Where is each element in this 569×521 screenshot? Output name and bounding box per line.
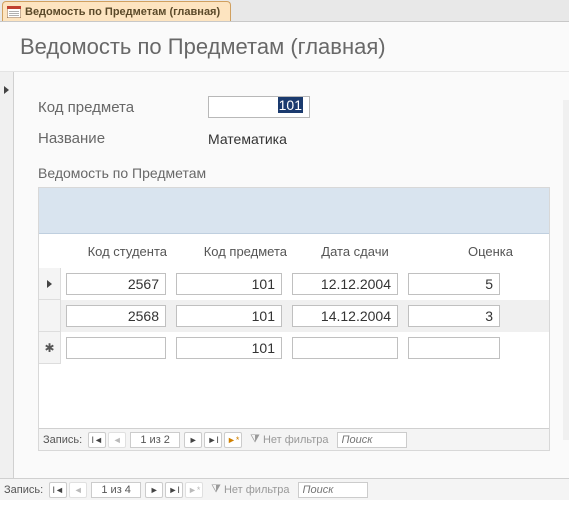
nav-counter[interactable]: 1 из 4 — [91, 482, 141, 498]
cell-date[interactable]: 14.12.2004 — [292, 305, 398, 327]
nav-prev-button[interactable]: ◄ — [108, 432, 126, 448]
col-header-date[interactable]: Дата сдачи — [295, 244, 415, 259]
filter-indicator[interactable]: ⧩ Нет фильтра — [250, 433, 328, 446]
tab-title: Ведомость по Предметам (главная) — [25, 6, 220, 18]
cell-grade[interactable]: 5 — [408, 273, 500, 295]
nav-new-button[interactable]: ►* — [185, 482, 203, 498]
current-record-arrow-icon — [4, 86, 9, 94]
nav-prev-button[interactable]: ◄ — [69, 482, 87, 498]
tab-bar: Ведомость по Предметам (главная) — [0, 0, 569, 22]
cell-student[interactable] — [66, 337, 166, 359]
subject-code-field[interactable]: 101 — [208, 96, 310, 118]
record-selector-main[interactable] — [0, 72, 14, 500]
funnel-icon: ⧩ — [250, 433, 260, 446]
field-label-code: Код предмета — [38, 99, 208, 116]
cell-grade[interactable]: 3 — [408, 305, 500, 327]
nav-last-button[interactable]: ►I — [204, 432, 222, 448]
nav-first-button[interactable]: I◄ — [88, 432, 106, 448]
nav-label: Запись: — [4, 484, 43, 496]
nav-last-button[interactable]: ►I — [165, 482, 183, 498]
cell-student[interactable]: 2567 — [66, 273, 166, 295]
cell-subject[interactable]: 101 — [176, 273, 282, 295]
subject-name-field[interactable]: Математика — [208, 131, 508, 147]
subform-nav: Запись: I◄ ◄ 1 из 2 ► ►I ►* ⧩ Нет фильтр… — [39, 428, 549, 450]
form-icon — [7, 6, 21, 18]
subform-column-headers: Код студента Код предмета Дата сдачи Оце… — [39, 234, 549, 268]
row-selector[interactable] — [39, 268, 61, 300]
field-name-row: Название Математика — [38, 130, 563, 147]
subform-blank-area — [39, 364, 549, 428]
nav-first-button[interactable]: I◄ — [49, 482, 67, 498]
row-selector-new[interactable]: ✱ — [39, 332, 61, 364]
field-code-row: Код предмета 101 — [38, 96, 563, 118]
subform: Код студента Код предмета Дата сдачи Оце… — [38, 187, 550, 451]
form-area: Ведомость по Предметам (главная) Код пре… — [0, 22, 569, 500]
nav-label: Запись: — [43, 434, 82, 446]
search-input[interactable] — [298, 482, 368, 498]
table-row: 2568 101 14.12.2004 3 — [39, 300, 549, 332]
cell-subject[interactable]: 101 — [176, 337, 282, 359]
new-record-star-icon: ✱ — [44, 341, 54, 355]
scrollbar-vertical[interactable] — [563, 100, 569, 440]
cell-date[interactable] — [292, 337, 398, 359]
cell-date[interactable]: 12.12.2004 — [292, 273, 398, 295]
nav-next-button[interactable]: ► — [145, 482, 163, 498]
cell-subject[interactable]: 101 — [176, 305, 282, 327]
cell-student[interactable]: 2568 — [66, 305, 166, 327]
search-input[interactable] — [337, 432, 407, 448]
nav-counter[interactable]: 1 из 2 — [130, 432, 180, 448]
col-header-grade[interactable]: Оценка — [415, 244, 521, 259]
current-row-arrow-icon — [47, 280, 52, 288]
row-selector[interactable] — [39, 300, 61, 332]
filter-indicator[interactable]: ⧩ Нет фильтра — [211, 483, 289, 496]
page-title: Ведомость по Предметам (главная) — [20, 34, 386, 60]
subform-label: Ведомость по Предметам — [38, 165, 563, 181]
filter-text: Нет фильтра — [263, 434, 329, 446]
main-nav: Запись: I◄ ◄ 1 из 4 ► ►I ►* ⧩ Нет фильтр… — [0, 478, 569, 500]
form-header: Ведомость по Предметам (главная) — [0, 22, 569, 72]
filter-text: Нет фильтра — [224, 484, 290, 496]
col-header-subject[interactable]: Код предмета — [175, 244, 295, 259]
funnel-icon: ⧩ — [211, 483, 221, 496]
field-label-name: Название — [38, 130, 208, 147]
cell-grade[interactable] — [408, 337, 500, 359]
nav-next-button[interactable]: ► — [184, 432, 202, 448]
subform-rows: 2567 101 12.12.2004 5 2568 101 14.12.200… — [39, 268, 549, 364]
form-tab[interactable]: Ведомость по Предметам (главная) — [2, 1, 231, 21]
nav-new-button[interactable]: ►* — [224, 432, 242, 448]
table-row: 2567 101 12.12.2004 5 — [39, 268, 549, 300]
col-header-student[interactable]: Код студента — [61, 244, 175, 259]
new-record-row: ✱ 101 — [39, 332, 549, 364]
subform-header-band — [39, 188, 549, 234]
form-body: Код предмета 101 Название Математика Вед… — [14, 72, 569, 451]
